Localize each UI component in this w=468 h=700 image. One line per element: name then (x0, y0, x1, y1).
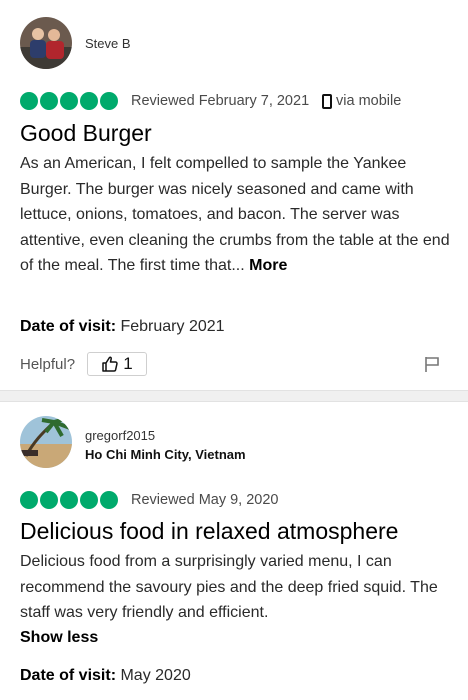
avatar[interactable] (20, 17, 72, 69)
helpful-label: Helpful? (20, 356, 76, 373)
rating-bubbles (20, 92, 118, 110)
review-body: Delicious food from a surprisingly varie… (20, 553, 438, 621)
reviewed-date: Reviewed February 7, 2021 (131, 93, 310, 109)
mobile-phone-icon (322, 93, 332, 109)
thumbs-up-icon (102, 356, 118, 372)
reviewer-location: Ho Chi Minh City, Vietnam (85, 447, 246, 462)
helpful-button[interactable]: 1 (87, 352, 147, 376)
show-less-link[interactable]: Show less (20, 629, 98, 647)
username[interactable]: gregorf2015 (85, 428, 155, 443)
via-mobile: via mobile (322, 93, 401, 109)
rating-bubble-icon (100, 491, 118, 509)
date-of-visit-value: February 2021 (120, 318, 225, 335)
rating-bubble-icon (20, 92, 38, 110)
rating-bubble-icon (60, 92, 78, 110)
helpful-count: 1 (123, 354, 133, 373)
review-text: As an American, I felt compelled to samp… (20, 155, 450, 274)
reviewed-date: Reviewed May 9, 2020 (131, 492, 279, 508)
more-link[interactable]: More (249, 257, 287, 274)
rating-bubble-icon (20, 491, 38, 509)
date-of-visit-label: Date of visit: (20, 667, 117, 684)
date-of-visit-label: Date of visit: (20, 318, 117, 335)
username[interactable]: Steve B (85, 36, 131, 51)
review-card: gregorf2015 Ho Chi Minh City, Vietnam Re… (0, 402, 468, 700)
rating-bubble-icon (40, 92, 58, 110)
review-body: As an American, I felt compelled to samp… (20, 151, 450, 279)
rating-bubble-icon (80, 491, 98, 509)
rating-bubble-icon (40, 491, 58, 509)
review-card: Steve B Reviewed February 7, 2021 via mo… (0, 0, 468, 390)
avatar[interactable] (20, 416, 72, 468)
flag-icon[interactable] (424, 356, 440, 373)
date-of-visit-value: May 2020 (120, 667, 191, 684)
rating-bubbles (20, 491, 118, 509)
rating-bubble-icon (80, 92, 98, 110)
date-of-visit: Date of visit: February 2021 (20, 318, 225, 336)
via-mobile-label: via mobile (336, 93, 402, 109)
review-title[interactable]: Good Burger (20, 120, 152, 147)
review-divider (0, 390, 468, 402)
rating-bubble-icon (100, 92, 118, 110)
review-title[interactable]: Delicious food in relaxed atmosphere (20, 518, 398, 545)
rating-bubble-icon (60, 491, 78, 509)
date-of-visit: Date of visit: May 2020 (20, 667, 191, 685)
